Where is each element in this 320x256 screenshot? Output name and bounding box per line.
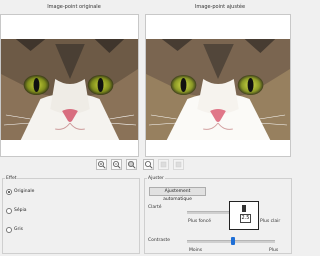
zoom-in-icon bbox=[98, 161, 106, 169]
clarity-value: 2.5 bbox=[240, 214, 251, 223]
effect-group-title: Effet bbox=[5, 176, 18, 181]
clarity-min-label: Plus foncé bbox=[188, 219, 212, 224]
adjust-group: Ajuster Ajustement automatique Clarté Pl… bbox=[144, 176, 292, 254]
disabled-icon bbox=[160, 161, 167, 168]
zoom-actual-icon bbox=[145, 161, 153, 169]
original-cat-photo bbox=[1, 39, 138, 140]
radio-originale[interactable] bbox=[6, 189, 12, 195]
zoom-fit-button[interactable] bbox=[126, 159, 137, 170]
clarity-slider-thumb[interactable] bbox=[242, 205, 246, 212]
zoom-out-button[interactable] bbox=[111, 159, 122, 170]
disabled-icon bbox=[175, 161, 182, 168]
zoom-toolbar bbox=[0, 158, 296, 174]
contrast-label: Contraste bbox=[148, 238, 170, 243]
contrast-min-label: Moins bbox=[189, 248, 203, 253]
disabled-tool-button-2 bbox=[173, 159, 184, 170]
disabled-tool-button-1 bbox=[158, 159, 169, 170]
auto-adjust-button[interactable]: Ajustement automatique bbox=[149, 187, 206, 202]
adjusted-image-panel bbox=[145, 14, 291, 157]
zoom-out-icon bbox=[113, 161, 121, 169]
adjusted-cat-photo bbox=[146, 39, 290, 140]
adjusted-title: Image-point ajustée bbox=[194, 4, 246, 10]
clarity-label: Clarté bbox=[148, 205, 162, 210]
original-image-panel bbox=[0, 14, 139, 157]
original-title: Image-point originale bbox=[47, 4, 101, 10]
adjust-group-title: Ajuster bbox=[147, 176, 165, 181]
zoom-fit-icon bbox=[128, 161, 136, 169]
zoom-actual-size-button[interactable] bbox=[143, 159, 154, 170]
clarity-tooltip: 2.5 bbox=[229, 201, 259, 230]
zoom-in-button[interactable] bbox=[96, 159, 107, 170]
effect-group: Effet Originale Sépia Gris bbox=[2, 176, 140, 254]
contrast-max-label: Plus bbox=[269, 248, 279, 253]
radio-gris[interactable] bbox=[6, 227, 12, 233]
radio-label-gris: Gris bbox=[14, 227, 23, 232]
radio-label-sepia: Sépia bbox=[14, 208, 27, 213]
radio-label-originale: Originale bbox=[14, 189, 35, 194]
contrast-slider-thumb[interactable] bbox=[231, 237, 235, 245]
radio-sepia[interactable] bbox=[6, 208, 12, 214]
clarity-max-label: Plus clair bbox=[260, 219, 281, 224]
